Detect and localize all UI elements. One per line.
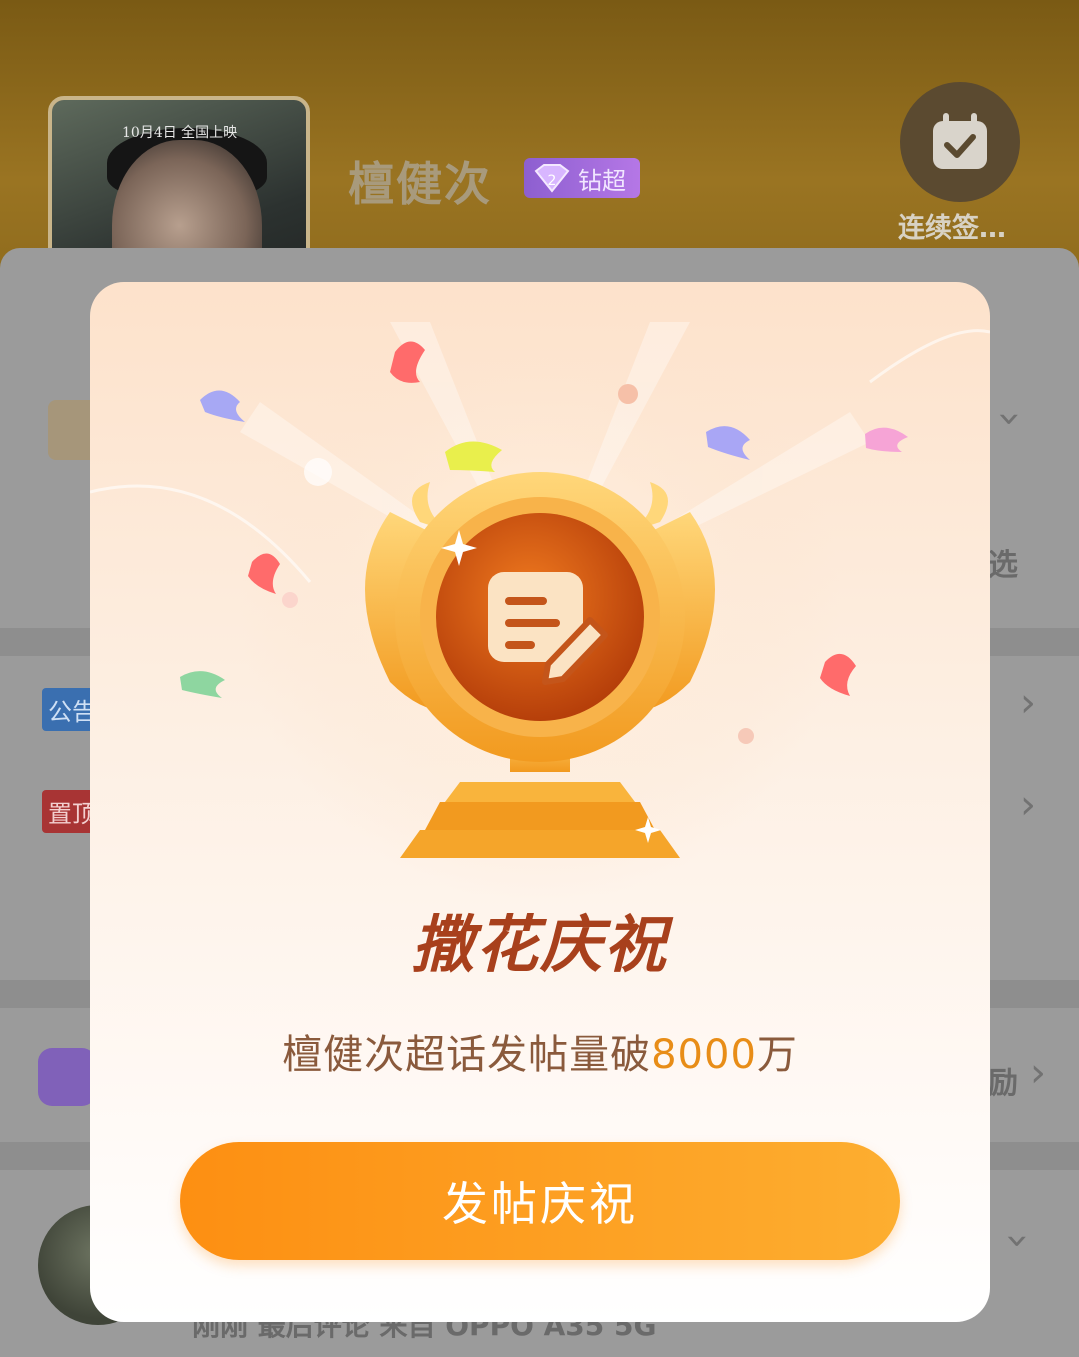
level-badge[interactable]: 2 钻超 [524, 158, 640, 198]
background-text-fragment: 选 [988, 548, 1018, 583]
subtitle-number: 8000 [651, 1032, 757, 1078]
checkin-button[interactable] [900, 82, 1020, 202]
chevron-right-icon[interactable]: › [1030, 1050, 1046, 1096]
confetti-green [180, 671, 225, 698]
confetti-purple [200, 390, 245, 422]
level-badge-label: 钻超 [578, 166, 626, 195]
subtitle-prefix: 檀健次超话发帖量破 [282, 1032, 652, 1078]
chevron-down-icon[interactable]: › [995, 1233, 1041, 1249]
modal-title: 撒花庆祝 [411, 911, 668, 980]
calendar-check-icon [933, 113, 987, 169]
post-task-icon[interactable] [38, 1048, 96, 1106]
celebration-modal: 撒花庆祝 檀健次超话发帖量破8000万 发帖庆祝 [90, 282, 990, 1322]
chevron-down-icon[interactable]: › [987, 411, 1033, 427]
chevron-right-icon[interactable]: › [1020, 782, 1036, 828]
checkin-label: 连续签… [898, 213, 1006, 244]
chevron-right-icon[interactable]: › [1020, 680, 1036, 726]
background-text-fragment: 励 [988, 1066, 1018, 1101]
diamond-level-icon: 2 [534, 164, 570, 193]
cover-caption: 10月4日 全国上映 [122, 125, 238, 141]
svg-text:2: 2 [548, 173, 557, 189]
subtitle-suffix: 万 [756, 1032, 798, 1078]
celebration-illustration [90, 302, 990, 902]
modal-subtitle: 檀健次超话发帖量破8000万 [90, 1022, 990, 1080]
post-celebrate-button[interactable]: 发帖庆祝 [180, 1142, 900, 1260]
page-title: 檀健次 [348, 157, 492, 211]
confetti-pink [865, 427, 908, 452]
